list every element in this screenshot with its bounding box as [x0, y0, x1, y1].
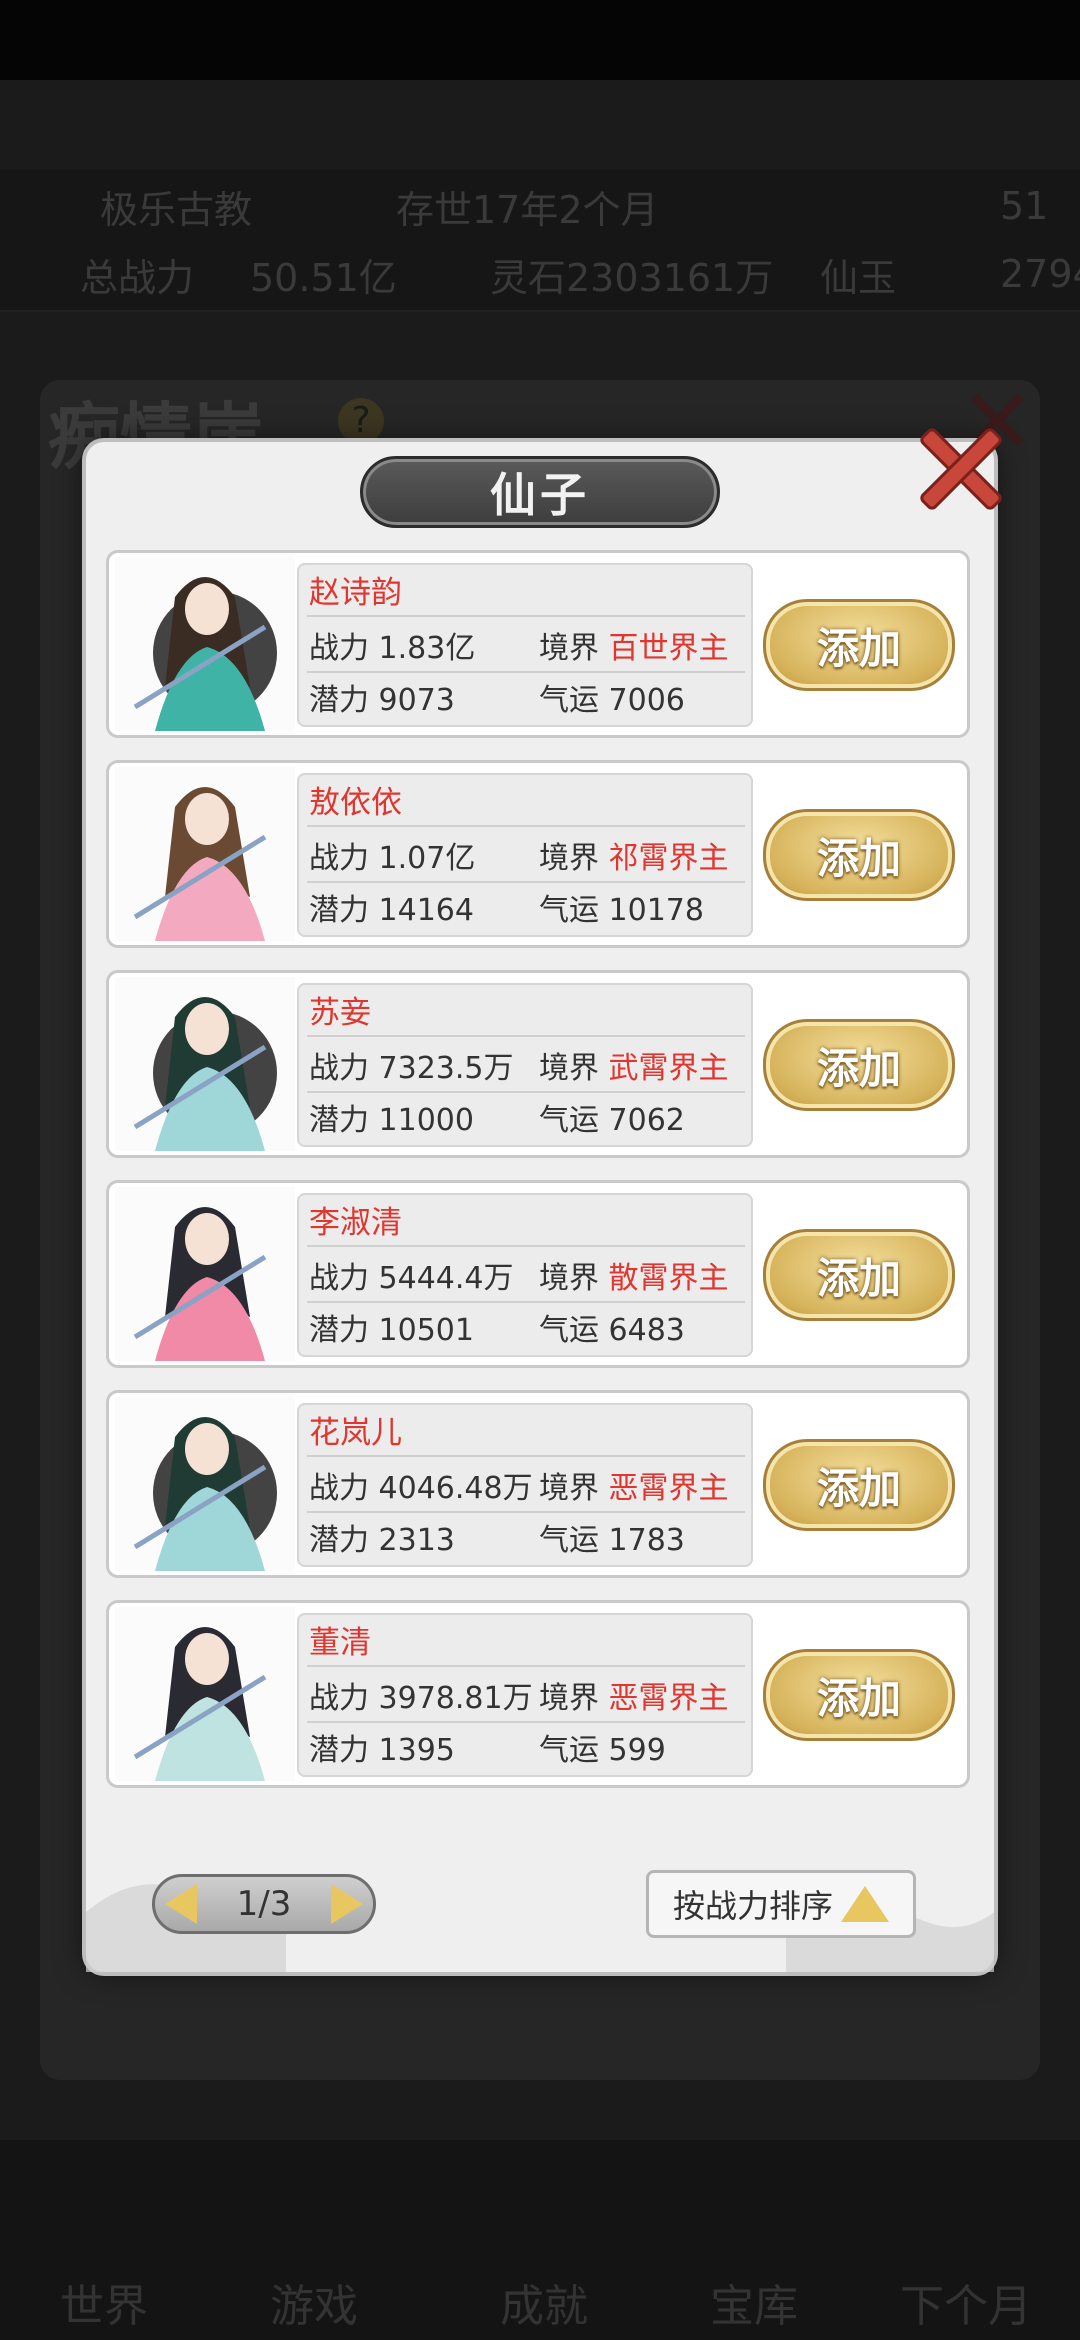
fairy-portrait-icon: [115, 1397, 295, 1571]
fairy-card-6: 董清 战力 3978.81万 境界 恶霄界主 潜力 1395 气运 599 添加: [106, 1600, 970, 1788]
fairy-select-dialog: 仙子 赵诗韵 战力 1.83亿 境界 百世界主 潜力 9073 气运 7006: [86, 425, 1005, 1972]
potential-stat: 潜力 2313: [309, 1523, 455, 1558]
realm-stat: 境界 散霄界主: [539, 1261, 729, 1296]
power-stat: 战力 4046.48万: [309, 1471, 533, 1506]
total-power-label: 总战力: [80, 255, 195, 300]
fairy-card-2: 敖依依 战力 1.07亿 境界 祁霄界主 潜力 14164 气运 10178 添…: [106, 760, 970, 948]
realm-stat: 境界 恶霄界主: [539, 1681, 729, 1716]
luck-stat: 气运 599: [539, 1733, 666, 1768]
potential-stat: 潜力 11000: [309, 1103, 474, 1138]
realm-stat: 境界 百世界主: [539, 631, 729, 666]
fairy-card-3: 苏妾 战力 7323.5万 境界 武霄界主 潜力 11000 气运 7062 添…: [106, 970, 970, 1158]
add-button-label: 添加: [816, 1463, 901, 1513]
fairy-info-panel: 花岚儿 战力 4046.48万 境界 恶霄界主 潜力 2313 气运 1783: [297, 1403, 753, 1567]
help-icon: ?: [338, 398, 384, 444]
fairy-name: 赵诗韵: [309, 575, 402, 611]
add-button[interactable]: 添加: [763, 1439, 955, 1531]
nav-game: 游戏: [270, 2281, 358, 2332]
nav-achievement: 成就: [500, 2281, 588, 2332]
fairy-info-panel: 赵诗韵 战力 1.83亿 境界 百世界主 潜力 9073 气运 7006: [297, 563, 753, 727]
spirit-stone-value: 灵石2303161万: [490, 255, 774, 300]
potential-stat: 潜力 9073: [309, 683, 455, 718]
sect-name: 极乐古教: [100, 187, 253, 232]
fairy-info-panel: 李淑清 战力 5444.4万 境界 散霄界主 潜力 10501 气运 6483: [297, 1193, 753, 1357]
status-bar-area: [0, 0, 1080, 80]
fairy-card-4: 李淑清 战力 5444.4万 境界 散霄界主 潜力 10501 气运 6483 …: [106, 1180, 970, 1368]
dialog-title-plate: 仙子: [360, 456, 720, 528]
realm-stat: 境界 祁霄界主: [539, 841, 729, 876]
luck-stat: 气运 6483: [539, 1313, 685, 1348]
add-button[interactable]: 添加: [763, 1649, 955, 1741]
sort-by-power-button[interactable]: 按战力排序: [646, 1870, 916, 1938]
power-stat: 战力 5444.4万: [309, 1261, 514, 1296]
realm-stat: 境界 恶霄界主: [539, 1471, 729, 1506]
total-power-value: 50.51亿: [250, 255, 397, 300]
potential-stat: 潜力 10501: [309, 1313, 474, 1348]
fairy-portrait-icon: [115, 1607, 295, 1781]
sect-rank: 51: [1000, 184, 1049, 228]
fairy-info-panel: 董清 战力 3978.81万 境界 恶霄界主 潜力 1395 气运 599: [297, 1613, 753, 1777]
fairy-info-panel: 敖依依 战力 1.07亿 境界 祁霄界主 潜力 14164 气运 10178: [297, 773, 753, 937]
add-button-label: 添加: [816, 833, 901, 883]
luck-stat: 气运 1783: [539, 1523, 685, 1558]
fairy-portrait-icon: [115, 557, 295, 731]
fairy-portrait-icon: [115, 767, 295, 941]
sect-age: 存世17年2个月: [396, 187, 659, 232]
potential-stat: 潜力 1395: [309, 1733, 455, 1768]
next-page-button[interactable]: [331, 1884, 363, 1924]
prev-page-button[interactable]: [165, 1884, 197, 1924]
nav-treasury: 宝库: [710, 2281, 798, 2332]
add-button[interactable]: 添加: [763, 599, 955, 691]
potential-stat: 潜力 14164: [309, 893, 474, 928]
fairy-card-1: 赵诗韵 战力 1.83亿 境界 百世界主 潜力 9073 气运 7006 添加: [106, 550, 970, 738]
fairy-name: 花岚儿: [309, 1415, 402, 1451]
power-stat: 战力 1.83亿: [309, 631, 476, 666]
power-stat: 战力 3978.81万: [309, 1681, 533, 1716]
fairy-name: 敖依依: [309, 785, 402, 821]
add-button-label: 添加: [816, 1253, 901, 1303]
power-stat: 战力 7323.5万: [309, 1051, 514, 1086]
nav-next-month: 下个月: [900, 2281, 1032, 2332]
nav-world: 世界: [60, 2281, 148, 2332]
power-stat: 战力 1.07亿: [309, 841, 476, 876]
sort-label: 按战力排序: [672, 1887, 833, 1925]
add-button-label: 添加: [816, 623, 901, 673]
fairy-name: 董清: [309, 1625, 371, 1661]
luck-stat: 气运 7062: [539, 1103, 685, 1138]
fairy-name: 苏妾: [309, 995, 371, 1031]
pager: 1/3: [152, 1874, 376, 1934]
add-button-label: 添加: [816, 1043, 901, 1093]
sect-info-row-2: 总战力 50.51亿 灵石2303161万 仙玉 2794: [0, 246, 1080, 302]
add-button[interactable]: 添加: [763, 809, 955, 901]
jade-label: 仙玉: [820, 255, 897, 300]
fairy-portrait-icon: [115, 977, 295, 1151]
fairy-card-5: 花岚儿 战力 4046.48万 境界 恶霄界主 潜力 2313 气运 1783 …: [106, 1390, 970, 1578]
luck-stat: 气运 10178: [539, 893, 704, 928]
realm-stat: 境界 武霄界主: [539, 1051, 729, 1086]
sect-info-row-1: 极乐古教 存世17年2个月 51: [0, 178, 1080, 234]
add-button-label: 添加: [816, 1673, 901, 1723]
fairy-name: 李淑清: [309, 1205, 402, 1241]
fairy-info-panel: 苏妾 战力 7323.5万 境界 武霄界主 潜力 11000 气运 7062: [297, 983, 753, 1147]
fairy-list: 赵诗韵 战力 1.83亿 境界 百世界主 潜力 9073 气运 7006 添加 …: [106, 550, 974, 1810]
jade-value: 2794: [1000, 252, 1080, 296]
add-button[interactable]: 添加: [763, 1019, 955, 1111]
add-button[interactable]: 添加: [763, 1229, 955, 1321]
sort-triangle-icon: [841, 1886, 889, 1922]
dialog-title: 仙子: [490, 468, 590, 522]
page-number: 1/3: [236, 1884, 292, 1924]
fairy-portrait-icon: [115, 1187, 295, 1361]
close-button[interactable]: [916, 424, 1006, 514]
luck-stat: 气运 7006: [539, 683, 685, 718]
